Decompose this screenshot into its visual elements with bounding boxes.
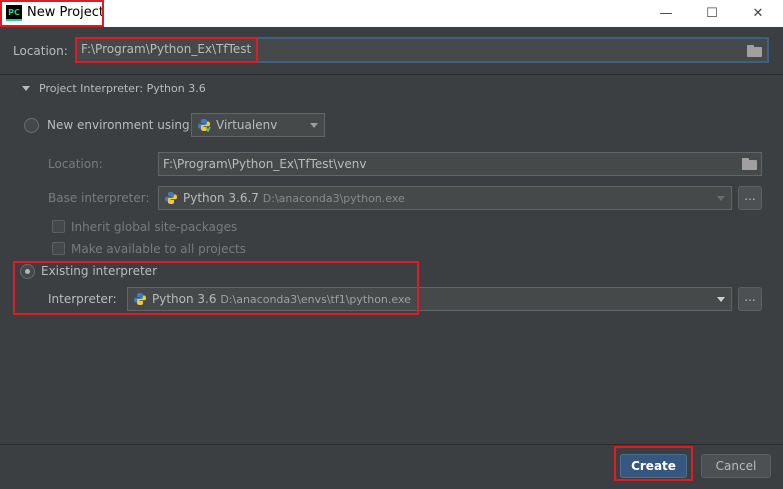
environment-tool-dropdown[interactable]: Virtualenv: [191, 113, 325, 137]
base-interpreter-path: D:\anaconda3\python.exe: [262, 192, 405, 205]
base-interpreter-dropdown[interactable]: Python 3.6.7 D:\anaconda3\python.exe: [158, 186, 732, 210]
interpreter-label: Interpreter:: [48, 292, 117, 306]
python-icon: [134, 293, 146, 305]
location-label: Location:: [13, 44, 68, 58]
base-interpreter-browse-button[interactable]: ...: [738, 186, 762, 210]
venv-location-value: F:\Program\Python_Ex\TfTest\venv: [163, 157, 367, 171]
venv-location-input[interactable]: F:\Program\Python_Ex\TfTest\venv: [158, 152, 762, 176]
maximize-button[interactable]: ☐: [689, 0, 735, 27]
inherit-packages-checkbox[interactable]: [52, 220, 65, 233]
make-available-checkbox[interactable]: [52, 242, 65, 255]
location-value: F:\Program\Python_Ex\TfTest: [81, 42, 252, 56]
cancel-button[interactable]: Cancel: [701, 454, 771, 478]
interpreter-version: Python 3.6: [152, 292, 217, 306]
folder-icon[interactable]: [747, 45, 763, 57]
chevron-down-icon: [717, 196, 725, 201]
venv-location-label: Location:: [48, 157, 103, 171]
divider: [0, 74, 783, 75]
python-icon: [165, 192, 177, 204]
existing-interpreter-radio[interactable]: [20, 264, 35, 279]
interpreter-dropdown[interactable]: Python 3.6 D:\anaconda3\envs\tf1\python.…: [127, 287, 732, 311]
window-title: New Project: [27, 5, 104, 20]
new-environment-label[interactable]: New environment using: [47, 118, 190, 132]
interpreter-browse-button[interactable]: ...: [738, 287, 762, 311]
folder-icon[interactable]: [742, 158, 758, 170]
base-interpreter-version: Python 3.6.7: [183, 191, 259, 205]
location-row: Location: F:\Program\Python_Ex\TfTest: [0, 27, 783, 74]
close-button[interactable]: ✕: [735, 0, 781, 27]
new-environment-radio[interactable]: [24, 118, 39, 133]
inherit-packages-label[interactable]: Inherit global site-packages: [71, 220, 237, 234]
base-interpreter-label: Base interpreter:: [48, 191, 150, 205]
pycharm-icon: PC: [6, 5, 22, 21]
footer-divider: [0, 444, 783, 445]
virtualenv-icon: [198, 119, 211, 132]
make-available-label[interactable]: Make available to all projects: [71, 242, 246, 256]
interpreter-path: D:\anaconda3\envs\tf1\python.exe: [220, 293, 411, 306]
existing-interpreter-label[interactable]: Existing interpreter: [41, 264, 157, 278]
chevron-down-icon: [310, 123, 318, 128]
minimize-button[interactable]: —: [643, 0, 689, 27]
chevron-down-icon: [717, 297, 725, 302]
chevron-down-icon[interactable]: [22, 86, 30, 91]
title-bar: PC New Project — ☐ ✕: [0, 0, 783, 27]
create-button[interactable]: Create: [620, 454, 687, 478]
location-input[interactable]: F:\Program\Python_Ex\TfTest: [75, 37, 769, 63]
interpreter-section-header[interactable]: Project Interpreter: Python 3.6: [39, 82, 206, 95]
environment-tool-value: Virtualenv: [216, 118, 278, 132]
